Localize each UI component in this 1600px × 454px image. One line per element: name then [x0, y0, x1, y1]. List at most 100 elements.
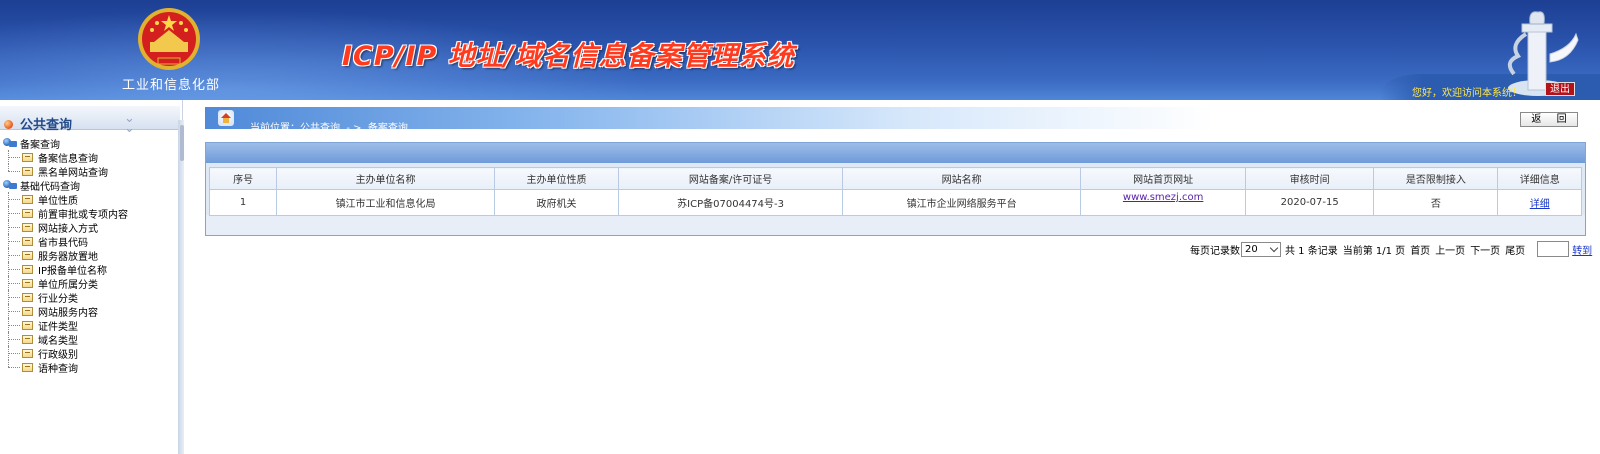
sidebar-item-label: 域名类型 — [38, 335, 78, 347]
document-icon — [22, 292, 33, 302]
sidebar-item-server-location[interactable]: 服务器放置地 — [0, 248, 176, 263]
goto-button[interactable]: 转到 — [1572, 242, 1592, 257]
sidebar-item-label: 单位性质 — [38, 195, 78, 207]
sidebar-item-access-method[interactable]: 网站接入方式 — [0, 220, 176, 235]
sidebar-item-ip-unit-name[interactable]: IP报备单位名称 — [0, 262, 176, 277]
cell-details: 详细 — [1497, 189, 1582, 216]
col-header-review-time: 审核时间 — [1245, 167, 1375, 190]
document-icon — [22, 320, 33, 330]
sidebar-header[interactable]: 公共查询 ⌄ ⌄ — [0, 106, 180, 135]
cell-sponsor-name: 镇江市工业和信息化局 — [276, 189, 495, 216]
breadcrumb: 当前位置：公共查询 - > 备案查询 — [250, 123, 408, 134]
sidebar-splitter[interactable] — [178, 120, 184, 454]
col-header-details: 详细信息 — [1497, 167, 1582, 190]
document-icon — [22, 264, 33, 274]
results-table: 序号 主办单位名称 主办单位性质 网站备案/许可证号 网站名称 网站首页网址 审… — [208, 167, 1582, 216]
document-icon — [22, 222, 33, 232]
document-icon — [22, 278, 33, 288]
tree-connector — [4, 346, 22, 360]
col-header-sponsor-nature: 主办单位性质 — [493, 167, 620, 190]
tree-connector — [4, 206, 22, 220]
cell-sponsor-nature: 政府机关 — [493, 189, 620, 216]
col-header-license-number: 网站备案/许可证号 — [618, 167, 844, 190]
per-page-value: 20 — [1245, 243, 1258, 255]
sidebar-item-service-content[interactable]: 网站服务内容 — [0, 304, 176, 319]
tree-connector — [4, 150, 22, 164]
current-page: 当前第 1/1 页 — [1342, 245, 1406, 257]
cell-review-time: 2020-07-15 — [1245, 189, 1375, 216]
group-folder-icon — [2, 138, 18, 148]
sidebar-item-filing-info-query[interactable]: 备案信息查询 — [0, 150, 176, 165]
col-header-index: 序号 — [208, 167, 278, 190]
tree-connector — [4, 192, 22, 206]
prev-page-link[interactable]: 上一页 — [1435, 242, 1465, 257]
tree-connector — [4, 276, 22, 290]
header-banner: 工业和信息化部 ICP/IP 地址/域名信息备案管理系统 您好，欢迎访问本系统！… — [0, 0, 1600, 100]
orange-ball-icon — [4, 120, 13, 129]
sidebar-item-domain-type[interactable]: 域名类型 — [0, 332, 176, 347]
per-page-label: 每页记录数 — [1190, 245, 1240, 257]
splitter-handle[interactable] — [180, 125, 184, 161]
group-folder-icon — [2, 180, 18, 190]
sidebar-item-region-code[interactable]: 省市县代码 — [0, 234, 176, 249]
cell-homepage-url: www.smezj.com — [1080, 189, 1247, 216]
panel-footer-band — [206, 215, 1585, 235]
table-header-row: 序号 主办单位名称 主办单位性质 网站备案/许可证号 网站名称 网站首页网址 审… — [208, 167, 1582, 190]
table-row: 1 镇江市工业和信息化局 政府机关 苏ICP备07004474号-3 镇江市企业… — [208, 189, 1582, 216]
tree-connector — [4, 234, 22, 248]
col-header-homepage-url: 网站首页网址 — [1080, 167, 1247, 190]
sidebar-item-label: 网站接入方式 — [38, 223, 98, 235]
cell-license-number: 苏ICP备07004474号-3 — [618, 189, 844, 216]
tree-group-label: 备案查询 — [20, 139, 60, 151]
cell-index: 1 — [208, 189, 278, 216]
sidebar-title: 公共查询 — [20, 118, 73, 133]
sidebar-item-label: 证件类型 — [38, 321, 78, 333]
sidebar-item-label: 行业分类 — [38, 293, 78, 305]
system-title: ICP/IP 地址/域名信息备案管理系统 — [342, 41, 795, 72]
tree-connector — [4, 248, 22, 262]
document-icon — [22, 348, 33, 358]
sidebar-item-language[interactable]: 语种查询 — [0, 360, 176, 375]
sidebar-item-label: 单位所属分类 — [38, 279, 98, 291]
sidebar-item-certificate-type[interactable]: 证件类型 — [0, 318, 176, 333]
goto-page-input[interactable] — [1537, 241, 1570, 257]
header-glow — [0, 0, 1600, 100]
homepage-link[interactable]: www.smezj.com — [1123, 192, 1203, 203]
national-emblem-icon — [138, 8, 200, 70]
results-panel: 序号 主办单位名称 主办单位性质 网站备案/许可证号 网站名称 网站首页网址 审… — [205, 142, 1586, 236]
tree-group-filing-query[interactable]: 备案查询 — [0, 136, 176, 151]
back-button[interactable]: 返 回 — [1520, 112, 1578, 127]
tree-connector — [4, 318, 22, 332]
sidebar-item-label: 黑名单网站查询 — [38, 167, 108, 179]
tree-connector — [4, 262, 22, 276]
tree-connector — [4, 360, 22, 374]
next-page-link[interactable]: 下一页 — [1470, 242, 1500, 257]
document-icon — [22, 166, 33, 176]
tree-group-base-code-query[interactable]: 基础代码查询 — [0, 178, 176, 193]
document-icon — [22, 194, 33, 204]
sidebar-item-blacklist-query[interactable]: 黑名单网站查询 — [0, 164, 176, 179]
sidebar-item-label: 前置审批或专项内容 — [38, 209, 128, 221]
sidebar-item-label: 省市县代码 — [38, 237, 88, 249]
document-icon — [22, 236, 33, 246]
details-link[interactable]: 详细 — [1530, 199, 1550, 210]
cell-restricted: 否 — [1373, 189, 1499, 216]
first-page-link[interactable]: 首页 — [1410, 242, 1430, 257]
tree-connector — [4, 290, 22, 304]
sidebar-item-label: 语种查询 — [38, 363, 78, 375]
double-chevron-down-icon[interactable]: ⌄ ⌄ — [124, 112, 135, 135]
logout-button[interactable]: 退出 — [1545, 82, 1575, 96]
sidebar-item-unit-nature[interactable]: 单位性质 — [0, 192, 176, 207]
last-page-link[interactable]: 尾页 — [1505, 242, 1525, 257]
sidebar: 公共查询 ⌄ ⌄ 备案查询 备案信息查询 黑名单网站查询 基础代码查询 单位性质 … — [0, 100, 183, 454]
col-header-site-name: 网站名称 — [842, 167, 1082, 190]
home-icon[interactable] — [218, 110, 234, 126]
per-page-select[interactable]: 20 — [1241, 241, 1281, 257]
sidebar-item-admin-level[interactable]: 行政级别 — [0, 346, 176, 361]
sidebar-item-pre-approval[interactable]: 前置审批或专项内容 — [0, 206, 176, 221]
sidebar-item-label: 备案信息查询 — [38, 153, 98, 165]
sidebar-item-industry[interactable]: 行业分类 — [0, 290, 176, 305]
chevron-down-icon — [1269, 243, 1279, 252]
sidebar-item-unit-category[interactable]: 单位所属分类 — [0, 276, 176, 291]
pagination: 每页记录数 20 共 1 条记录 当前第 1/1 页 首页 上一页 下一页 尾页… — [1190, 241, 1592, 257]
